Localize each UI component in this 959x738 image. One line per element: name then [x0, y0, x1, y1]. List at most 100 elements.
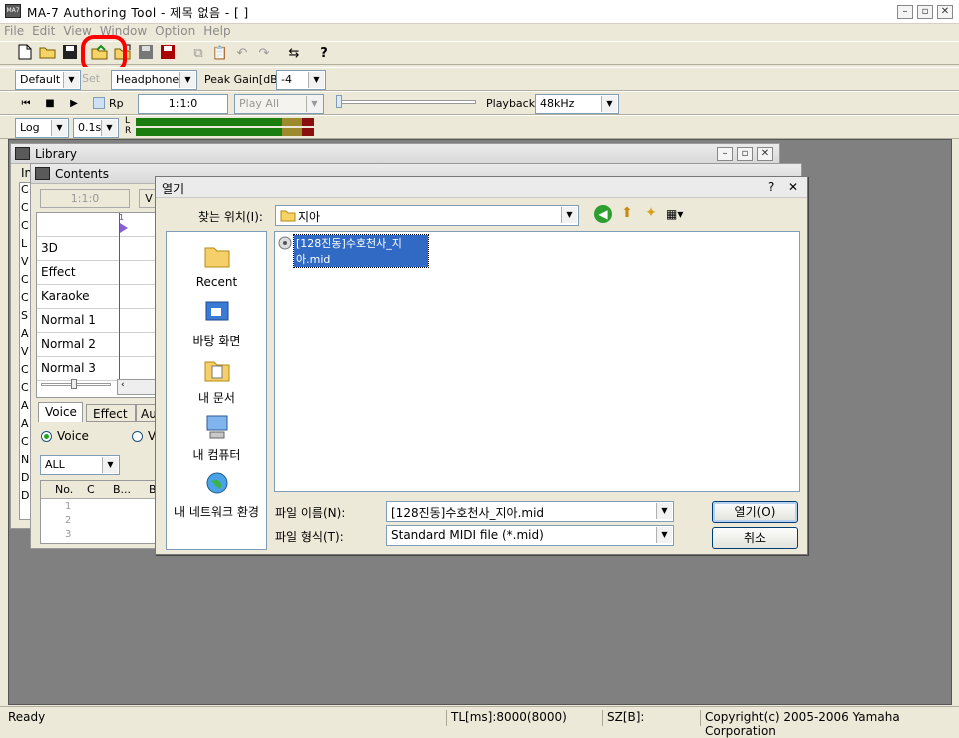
recent-folder-icon: [204, 247, 229, 268]
place-computer-label: 내 컴퓨터: [192, 448, 241, 462]
copy-icon[interactable]: ⧉: [188, 44, 208, 64]
place-recent[interactable]: Recent: [167, 242, 266, 289]
redo-icon[interactable]: ↷: [254, 44, 274, 64]
col-c[interactable]: C: [87, 483, 95, 496]
track-row[interactable]: Effect: [37, 261, 157, 285]
sample-rate-select[interactable]: 48kHz ▼: [535, 94, 619, 114]
playhead-marker-icon[interactable]: [120, 223, 128, 233]
col-no[interactable]: No.: [55, 483, 73, 496]
new-folder-icon[interactable]: ✦: [642, 205, 660, 223]
view-menu-icon[interactable]: ▦▾: [666, 207, 690, 223]
playback-slider-thumb[interactable]: [336, 95, 342, 108]
dialog-help-button[interactable]: ?: [768, 180, 774, 194]
places-bar: Recent 바탕 화면 내 문서 내 컴퓨터 내 네트워크 환경: [166, 231, 267, 550]
col-b1[interactable]: B...: [113, 483, 131, 496]
lookin-label: 찾는 위치(I):: [198, 210, 263, 224]
chevron-down-icon: ▼: [601, 96, 617, 112]
help-icon[interactable]: ?: [314, 44, 334, 64]
stop-icon[interactable]: ■: [40, 94, 60, 114]
track-row[interactable]: Normal 1: [37, 309, 157, 333]
app-title: MA-7 Authoring Tool - 제목 없음 - [ ]: [27, 6, 249, 20]
cancel-button[interactable]: 취소: [712, 527, 798, 549]
interval-select[interactable]: 0.1s ▼: [73, 118, 119, 138]
place-computer[interactable]: 내 컴퓨터: [167, 413, 266, 463]
track-row[interactable]: 3D: [37, 237, 157, 261]
library-title-bar: Library – ▫ ✕: [11, 144, 779, 164]
peak-gain-select[interactable]: -4 ▼: [276, 70, 326, 90]
table-row[interactable]: 3: [65, 529, 71, 540]
tab-voice[interactable]: Voice: [38, 402, 83, 422]
dialog-title: 열기: [162, 182, 185, 196]
voice-radio[interactable]: [41, 431, 52, 442]
scroll-left-arrow[interactable]: ‹: [117, 379, 157, 395]
mode-select[interactable]: Default ▼: [15, 70, 81, 90]
library-maximize-button[interactable]: ▫: [737, 147, 753, 161]
library-close-button[interactable]: ✕: [757, 147, 773, 161]
track-row[interactable]: Normal 3: [37, 357, 157, 381]
table-row[interactable]: 2: [65, 515, 71, 526]
new-file-icon[interactable]: [15, 44, 35, 64]
lookin-select[interactable]: 지아 ▼: [275, 205, 579, 226]
dialog-close-button[interactable]: ✕: [788, 180, 798, 194]
meter-toolbar: Log ▼ 0.1s ▼ L R: [0, 115, 959, 139]
minimize-button[interactable]: –: [897, 5, 913, 19]
output-select[interactable]: Headphone ▼: [111, 70, 197, 90]
scale-select[interactable]: Log ▼: [15, 118, 69, 138]
maximize-button[interactable]: ▫: [917, 5, 933, 19]
track-grid: 3D Effect Karaoke Normal 1 Normal 2 Normal 3 …: [36, 212, 157, 398]
set-button[interactable]: Set: [82, 72, 100, 85]
save-icon[interactable]: [60, 44, 80, 64]
status-ready: Ready: [8, 710, 46, 724]
undo-icon[interactable]: ↶: [232, 44, 252, 64]
paste-icon[interactable]: 📋: [210, 44, 230, 64]
category-filter-value: ALL: [45, 458, 65, 471]
menu-option[interactable]: Option: [151, 22, 199, 40]
place-network[interactable]: 내 네트워크 환경: [167, 470, 266, 520]
chevron-down-icon: ▼: [308, 72, 324, 88]
open-button[interactable]: 열기(O): [712, 501, 798, 523]
open-folder-icon[interactable]: [38, 44, 58, 64]
transfer-icon[interactable]: ⇆: [284, 44, 304, 64]
save-red-icon[interactable]: [158, 44, 178, 64]
filetype-select[interactable]: Standard MIDI file (*.mid) ▼: [386, 525, 674, 546]
other-radio[interactable]: [132, 431, 143, 442]
file-item[interactable]: [128진동]수호천사_지아.mid: [278, 234, 429, 268]
playback-slider-track[interactable]: [336, 100, 476, 104]
menu-file[interactable]: File: [0, 22, 28, 40]
left-level-meter: [136, 118, 314, 126]
up-folder-icon[interactable]: ⬆: [618, 205, 636, 223]
tab-effect[interactable]: Effect: [86, 404, 136, 422]
open-file-dialog: 열기 ? ✕ 찾는 위치(I): 지아 ▼ ◀ ⬆ ✦ ▦▾ Recent 바탕…: [155, 176, 808, 555]
place-desktop[interactable]: 바탕 화면: [167, 299, 266, 349]
chevron-down-icon: ▼: [101, 120, 117, 136]
category-filter-select[interactable]: ALL ▼: [40, 455, 120, 475]
play-mode-select[interactable]: Play All ▼: [234, 94, 324, 114]
menu-edit[interactable]: Edit: [28, 22, 59, 40]
close-button[interactable]: ✕: [937, 5, 953, 19]
rewind-icon[interactable]: ⏮: [16, 94, 36, 114]
zoom-slider-thumb[interactable]: [71, 379, 77, 389]
contents-title: Contents: [55, 167, 109, 181]
track-row[interactable]: Normal 2: [37, 333, 157, 357]
play-icon[interactable]: ▶: [64, 94, 84, 114]
my-documents-icon: [204, 361, 229, 382]
ruler-mark: 1: [119, 213, 125, 222]
contents-position-field: 1:1:0: [40, 189, 130, 208]
save-gray-icon[interactable]: [136, 44, 156, 64]
back-icon[interactable]: ◀: [594, 205, 612, 223]
file-list[interactable]: [128진동]수호천사_지아.mid: [274, 231, 800, 492]
filename-input[interactable]: [128진동]수호천사_지아.mid ▼: [386, 501, 674, 522]
place-documents[interactable]: 내 문서: [167, 356, 266, 406]
library-title: Library: [35, 147, 77, 161]
repeat-checkbox[interactable]: [93, 97, 105, 109]
scale-value: Log: [20, 121, 40, 134]
position-field[interactable]: 1:1:0: [138, 94, 228, 114]
table-row[interactable]: 1: [65, 501, 71, 512]
library-minimize-button[interactable]: –: [717, 147, 733, 161]
track-row[interactable]: [37, 213, 157, 237]
track-row[interactable]: Karaoke: [37, 285, 157, 309]
filetype-label: 파일 형식(T):: [275, 530, 344, 544]
menu-help[interactable]: Help: [199, 22, 234, 40]
place-network-label: 내 네트워크 환경: [174, 505, 259, 519]
transport-toolbar: ⏮ ■ ▶ Rp 1:1:0 Play All ▼ Playback 48kHz…: [0, 91, 959, 115]
